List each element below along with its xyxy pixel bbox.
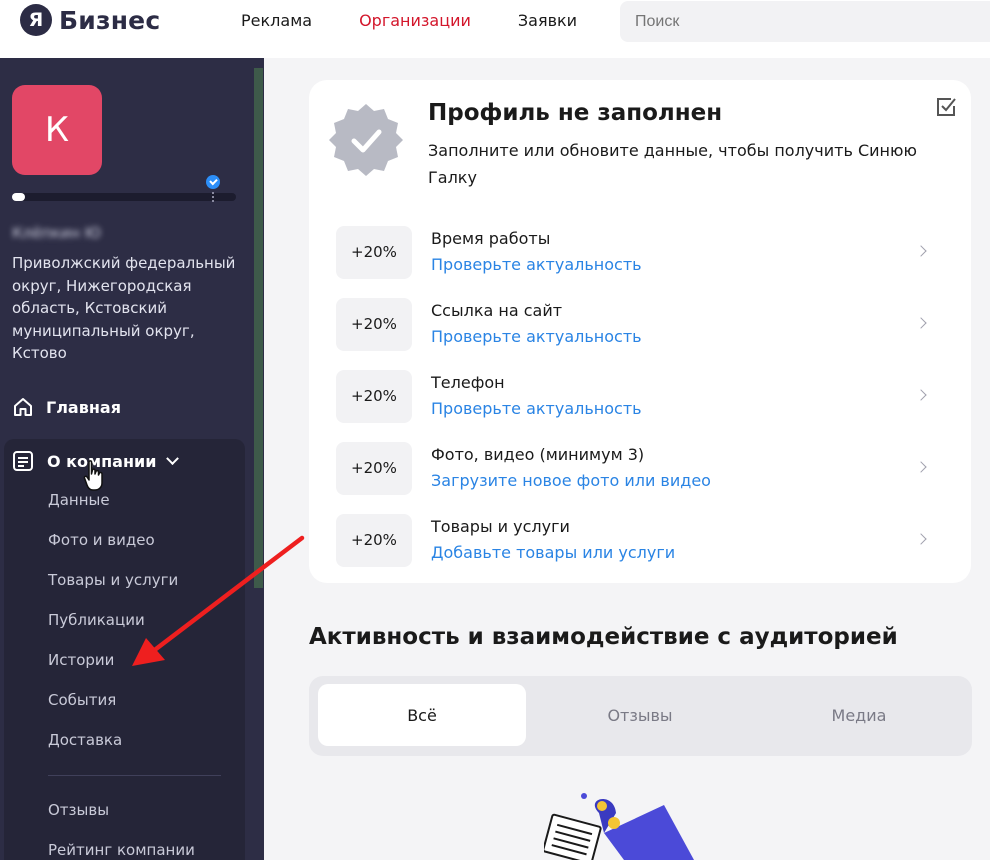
nav-item-organizations[interactable]: Организации	[359, 11, 471, 30]
row-title: Ссылка на сайт	[431, 301, 563, 320]
sidebar: К Клёпкин Ю Приволжский федеральный окру…	[0, 58, 264, 860]
sidebar-scrollbar[interactable]	[254, 68, 263, 588]
sidebar-item-main-label: Главная	[46, 397, 121, 417]
row-link[interactable]: Добавьте товары или услуги	[431, 540, 675, 566]
sidebar-item-data[interactable]: Данные	[48, 491, 178, 531]
chevron-right-icon	[915, 389, 927, 401]
row-link[interactable]: Загрузите новое фото или видео	[431, 468, 711, 494]
chevron-right-icon	[915, 245, 927, 257]
profile-card-subtitle: Заполните или обновите данные, чтобы пол…	[428, 141, 917, 187]
row-title: Товары и услуги	[431, 517, 570, 536]
chevron-right-icon	[915, 533, 927, 545]
sidebar-item-events[interactable]: События	[48, 691, 178, 731]
percent-badge: +20%	[336, 225, 412, 279]
sidebar-secondary-menu: Отзывы Рейтинг компании	[48, 801, 195, 860]
list-item[interactable]: +20% Ссылка на сайт Проверьте актуальнос…	[336, 288, 956, 360]
chevron-right-icon	[915, 461, 927, 473]
sidebar-section-about: О компании Данные Фото и видео Товары и …	[4, 439, 245, 860]
percent-badge: +20%	[336, 369, 412, 423]
row-title: Время работы	[431, 229, 551, 248]
percent-badge: +20%	[336, 297, 412, 351]
logo-badge: Я	[20, 4, 52, 36]
sidebar-item-publications[interactable]: Публикации	[48, 611, 178, 651]
list-item[interactable]: +20% Телефон Проверьте актуальность	[336, 360, 956, 432]
row-title: Фото, видео (минимум 3)	[431, 445, 645, 464]
sidebar-item-photo-video[interactable]: Фото и видео	[48, 531, 178, 571]
about-submenu: Данные Фото и видео Товары и услуги Публ…	[48, 491, 178, 771]
verification-badge-icon	[329, 104, 403, 176]
main-content: Профиль не заполнен Заполните или обнови…	[264, 58, 990, 860]
list-item[interactable]: +20% Фото, видео (минимум 3) Загрузите н…	[336, 432, 956, 504]
nav-item-ads[interactable]: Реклама	[241, 11, 312, 30]
sidebar-item-rating[interactable]: Рейтинг компании	[48, 841, 195, 860]
company-avatar[interactable]: К	[12, 85, 102, 175]
sidebar-item-goods-services[interactable]: Товары и услуги	[48, 571, 178, 611]
list-item[interactable]: +20% Время работы Проверьте актуальность	[336, 216, 956, 288]
tab-media[interactable]: Медиа	[755, 684, 963, 746]
megaphone-illustration	[544, 793, 694, 860]
edit-checkbox-icon[interactable]	[935, 96, 957, 118]
home-icon	[14, 398, 32, 416]
profile-card-title: Профиль не заполнен	[428, 100, 723, 126]
chevron-down-icon[interactable]	[166, 451, 180, 465]
percent-badge: +20%	[336, 441, 412, 495]
sidebar-item-main[interactable]: Главная	[12, 396, 121, 418]
profile-task-list: +20% Время работы Проверьте актуальность…	[336, 216, 956, 576]
search-input[interactable]	[620, 1, 990, 42]
yandex-business-logo[interactable]: Я Бизнес	[20, 4, 160, 36]
tab-all[interactable]: Всё	[318, 684, 526, 746]
activity-tabs: Всё Отзывы Медиа	[309, 676, 972, 756]
tab-reviews[interactable]: Отзывы	[536, 684, 744, 746]
sidebar-item-delivery[interactable]: Доставка	[48, 731, 178, 771]
logo-text: Бизнес	[59, 5, 161, 35]
sidebar-divider	[48, 775, 221, 776]
profile-progress-bar	[12, 193, 236, 201]
company-address: Приволжский федеральный округ, Нижегород…	[12, 254, 236, 362]
sidebar-item-reviews[interactable]: Отзывы	[48, 801, 195, 841]
list-item[interactable]: +20% Товары и услуги Добавьте товары или…	[336, 504, 956, 576]
company-name: Клёпкин Ю	[12, 224, 101, 242]
activity-section-title: Активность и взаимодействие с аудиторией	[309, 624, 898, 650]
profile-completion-card: Профиль не заполнен Заполните или обнови…	[309, 80, 971, 583]
document-icon	[13, 451, 33, 471]
top-nav: Реклама Организации Заявки	[241, 11, 624, 30]
row-title: Телефон	[431, 373, 505, 392]
percent-badge: +20%	[336, 513, 412, 567]
sidebar-item-stories[interactable]: Истории	[48, 651, 178, 691]
progress-marker	[212, 192, 214, 202]
nav-item-requests[interactable]: Заявки	[518, 11, 577, 30]
verified-check-icon	[206, 175, 220, 189]
row-link[interactable]: Проверьте актуальность	[431, 324, 642, 350]
top-header: Я Бизнес Реклама Организации Заявки	[0, 0, 990, 58]
row-link[interactable]: Проверьте актуальность	[431, 396, 642, 422]
row-link[interactable]: Проверьте актуальность	[431, 252, 642, 278]
hand-cursor-icon	[83, 460, 103, 491]
chevron-right-icon	[915, 317, 927, 329]
profile-progress-fill	[12, 193, 26, 201]
